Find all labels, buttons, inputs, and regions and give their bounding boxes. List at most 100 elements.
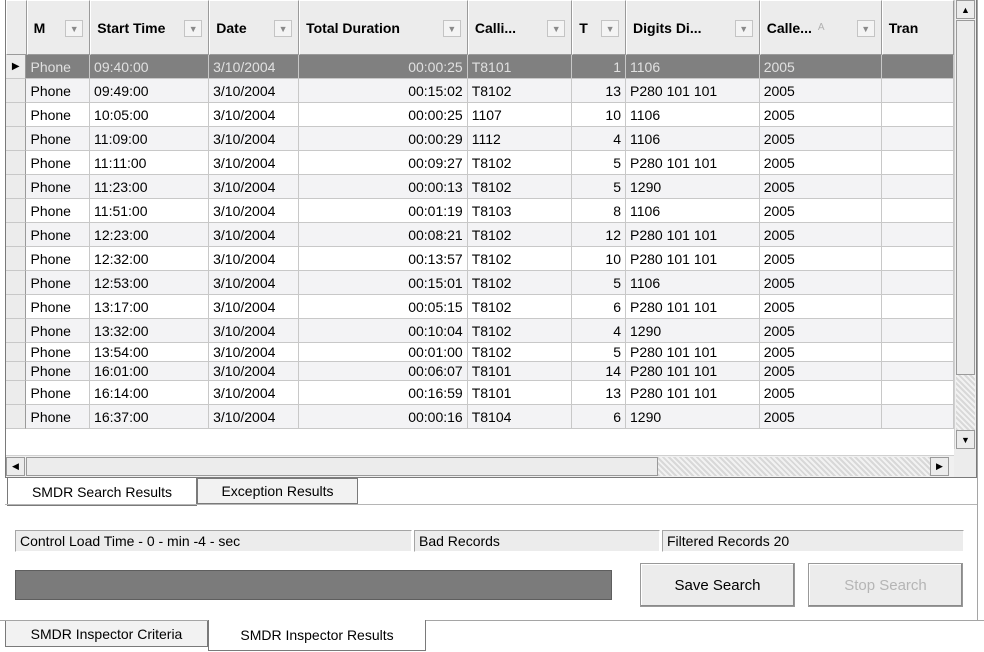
row-header[interactable] bbox=[6, 381, 27, 405]
cell-total-duration[interactable]: 00:10:04 bbox=[298, 319, 468, 343]
cell-date[interactable]: 3/10/2004 bbox=[209, 362, 299, 381]
cell-t[interactable]: 14 bbox=[572, 362, 626, 381]
cell-called[interactable]: 2005 bbox=[759, 247, 882, 271]
cell-t[interactable]: 5 bbox=[572, 271, 626, 295]
cell-date[interactable]: 3/10/2004 bbox=[209, 55, 299, 79]
dropdown-arrow-icon[interactable]: ▼ bbox=[274, 20, 293, 37]
cell-called[interactable]: 2005 bbox=[759, 319, 882, 343]
cell-calling[interactable]: T8102 bbox=[467, 175, 573, 199]
column-header-digits-dialed[interactable]: Digits Di... ▼ bbox=[626, 0, 760, 55]
cell-start-time[interactable]: 13:17:00 bbox=[90, 295, 210, 319]
cell-calling[interactable]: T8102 bbox=[467, 247, 573, 271]
dropdown-arrow-icon[interactable]: ▼ bbox=[442, 20, 461, 37]
cell-calling[interactable]: T8103 bbox=[467, 199, 573, 223]
cell-date[interactable]: 3/10/2004 bbox=[209, 381, 299, 405]
cell-transfer[interactable] bbox=[881, 79, 954, 103]
cell-start-time[interactable]: 11:51:00 bbox=[90, 199, 210, 223]
cell-date[interactable]: 3/10/2004 bbox=[209, 247, 299, 271]
table-row[interactable]: Phone 16:37:00 3/10/2004 00:00:16 T8104 6 1290… bbox=[6, 405, 954, 429]
cell-date[interactable]: 3/10/2004 bbox=[209, 319, 299, 343]
table-row[interactable]: Phone 13:54:00 3/10/2004 00:01:00 T8102 5 P280… bbox=[6, 343, 954, 362]
cell-calling[interactable]: T8101 bbox=[467, 362, 573, 381]
cell-date[interactable]: 3/10/2004 bbox=[209, 127, 299, 151]
vertical-scroll-track[interactable] bbox=[956, 375, 975, 430]
cell-start-time[interactable]: 13:54:00 bbox=[90, 343, 210, 362]
cell-calling[interactable]: T8104 bbox=[467, 405, 573, 429]
row-header[interactable] bbox=[6, 247, 27, 271]
horizontal-scroll-track[interactable] bbox=[658, 457, 930, 476]
cell-calling[interactable]: T8101 bbox=[467, 381, 573, 405]
vertical-scrollbar[interactable]: ▲ ▼ bbox=[954, 0, 976, 450]
row-header[interactable] bbox=[6, 271, 27, 295]
tab-smdr-inspector-results[interactable]: SMDR Inspector Results bbox=[208, 620, 426, 651]
cell-transfer[interactable] bbox=[881, 199, 954, 223]
cell-calling[interactable]: T8102 bbox=[467, 343, 573, 362]
scroll-left-icon[interactable]: ◀ bbox=[6, 457, 25, 476]
cell-transfer[interactable] bbox=[881, 127, 954, 151]
cell-start-time[interactable]: 11:23:00 bbox=[90, 175, 210, 199]
row-header[interactable] bbox=[6, 103, 27, 127]
cell-total-duration[interactable]: 00:01:19 bbox=[298, 199, 468, 223]
table-row[interactable]: Phone 13:32:00 3/10/2004 00:10:04 T8102 4 1290… bbox=[6, 319, 954, 343]
cell-calling[interactable]: T8102 bbox=[467, 79, 573, 103]
cell-m[interactable]: Phone bbox=[26, 223, 91, 247]
column-header-transfer[interactable]: Tran bbox=[881, 0, 954, 55]
cell-m[interactable]: Phone bbox=[26, 199, 91, 223]
cell-m[interactable]: Phone bbox=[26, 381, 91, 405]
cell-digits-dialed[interactable]: 1290 bbox=[626, 405, 760, 429]
cell-t[interactable]: 1 bbox=[572, 55, 626, 79]
table-row[interactable]: Phone 09:49:00 3/10/2004 00:15:02 T8102 13 P28… bbox=[6, 79, 954, 103]
cell-calling[interactable]: T8102 bbox=[467, 151, 573, 175]
scroll-down-icon[interactable]: ▼ bbox=[956, 430, 975, 449]
dropdown-arrow-icon[interactable]: ▼ bbox=[547, 20, 566, 37]
cell-t[interactable]: 5 bbox=[572, 175, 626, 199]
cell-m[interactable]: Phone bbox=[26, 127, 91, 151]
cell-t[interactable]: 10 bbox=[572, 103, 626, 127]
table-row[interactable]: Phone 12:23:00 3/10/2004 00:08:21 T8102 12 P28… bbox=[6, 223, 954, 247]
cell-start-time[interactable]: 16:14:00 bbox=[90, 381, 210, 405]
cell-total-duration[interactable]: 00:00:13 bbox=[298, 175, 468, 199]
cell-m[interactable]: Phone bbox=[26, 362, 91, 381]
cell-digits-dialed[interactable]: 1290 bbox=[626, 175, 760, 199]
cell-called[interactable]: 2005 bbox=[759, 199, 882, 223]
cell-t[interactable]: 6 bbox=[572, 405, 626, 429]
stop-search-button[interactable]: Stop Search bbox=[808, 563, 963, 607]
cell-transfer[interactable] bbox=[881, 151, 954, 175]
cell-transfer[interactable] bbox=[881, 55, 954, 79]
cell-digits-dialed[interactable]: P280 101 101 bbox=[626, 381, 760, 405]
cell-calling[interactable]: T8102 bbox=[467, 319, 573, 343]
cell-start-time[interactable]: 12:23:00 bbox=[90, 223, 210, 247]
row-header[interactable] bbox=[6, 151, 27, 175]
cell-called[interactable]: 2005 bbox=[759, 343, 882, 362]
cell-date[interactable]: 3/10/2004 bbox=[209, 271, 299, 295]
column-header-start-time[interactable]: Start Time ▼ bbox=[90, 0, 210, 55]
cell-called[interactable]: 2005 bbox=[759, 362, 882, 381]
table-row[interactable]: ▶ Phone 09:40:00 3/10/2004 00:00:25 T8101 1 110… bbox=[6, 55, 954, 79]
cell-total-duration[interactable]: 00:01:00 bbox=[298, 343, 468, 362]
row-header[interactable] bbox=[6, 175, 27, 199]
cell-transfer[interactable] bbox=[881, 362, 954, 381]
row-pointer-icon[interactable]: ▶ bbox=[6, 55, 27, 79]
cell-calling[interactable]: 1107 bbox=[467, 103, 573, 127]
cell-start-time[interactable]: 12:53:00 bbox=[90, 271, 210, 295]
cell-m[interactable]: Phone bbox=[26, 295, 91, 319]
cell-date[interactable]: 3/10/2004 bbox=[209, 151, 299, 175]
cell-date[interactable]: 3/10/2004 bbox=[209, 405, 299, 429]
column-header-total-duration[interactable]: Total Duration ▼ bbox=[299, 0, 468, 55]
cell-transfer[interactable] bbox=[881, 319, 954, 343]
cell-total-duration[interactable]: 00:16:59 bbox=[298, 381, 468, 405]
column-header-called[interactable]: Calle... A ▼ bbox=[759, 0, 882, 55]
cell-digits-dialed[interactable]: 1106 bbox=[626, 127, 760, 151]
row-header[interactable] bbox=[6, 362, 27, 381]
row-header[interactable] bbox=[6, 223, 27, 247]
cell-called[interactable]: 2005 bbox=[759, 381, 882, 405]
cell-called[interactable]: 2005 bbox=[759, 405, 882, 429]
cell-digits-dialed[interactable]: P280 101 101 bbox=[626, 223, 760, 247]
tab-smdr-search-results[interactable]: SMDR Search Results bbox=[7, 478, 197, 506]
cell-digits-dialed[interactable]: P280 101 101 bbox=[626, 295, 760, 319]
dropdown-arrow-icon[interactable]: ▼ bbox=[856, 20, 875, 37]
cell-called[interactable]: 2005 bbox=[759, 175, 882, 199]
cell-total-duration[interactable]: 00:15:02 bbox=[298, 79, 468, 103]
column-header-t[interactable]: T ▼ bbox=[572, 0, 627, 55]
cell-calling[interactable]: T8102 bbox=[467, 271, 573, 295]
